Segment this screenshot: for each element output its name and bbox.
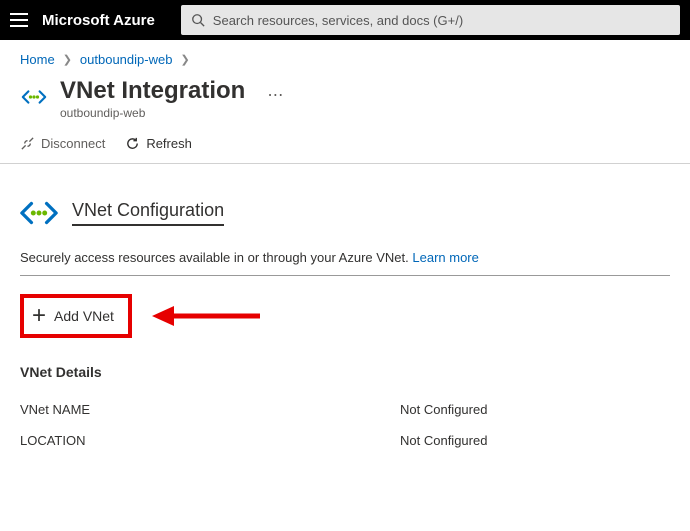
learn-more-link[interactable]: Learn more <box>412 250 478 265</box>
config-description-text: Securely access resources available in o… <box>20 250 409 265</box>
chevron-right-icon: ❯ <box>63 53 72 66</box>
config-section-title: VNet Configuration <box>72 200 224 226</box>
details-value: Not Configured <box>400 402 670 417</box>
add-vnet-row: + Add VNet <box>20 294 670 338</box>
details-value: Not Configured <box>400 433 670 448</box>
search-input[interactable] <box>213 13 670 28</box>
details-row: VNet NAME Not Configured <box>20 394 670 425</box>
add-vnet-label: Add VNet <box>54 308 114 324</box>
breadcrumb: Home ❯ outboundip-web ❯ <box>0 40 690 71</box>
search-icon <box>191 13 205 27</box>
add-vnet-button[interactable]: + Add VNet <box>20 294 132 338</box>
page-title: VNet Integration <box>60 77 245 105</box>
disconnect-icon <box>20 136 35 151</box>
top-bar: Microsoft Azure <box>0 0 690 40</box>
global-search[interactable] <box>181 5 680 35</box>
toolbar: Disconnect Refresh <box>0 128 690 164</box>
config-description: Securely access resources available in o… <box>20 250 670 276</box>
callout-arrow-icon <box>152 303 262 329</box>
details-row: LOCATION Not Configured <box>20 425 670 456</box>
page-subtitle: outboundip-web <box>60 106 245 120</box>
config-header-row: VNet Configuration <box>20 194 670 232</box>
plus-icon: + <box>32 304 46 328</box>
refresh-label: Refresh <box>146 136 192 151</box>
disconnect-label: Disconnect <box>41 136 105 151</box>
menu-icon[interactable] <box>10 10 30 30</box>
page-header: VNet Integration outboundip-web ⋯ <box>0 71 690 128</box>
breadcrumb-resource[interactable]: outboundip-web <box>80 52 173 67</box>
breadcrumb-home[interactable]: Home <box>20 52 55 67</box>
brand-label: Microsoft Azure <box>42 12 155 29</box>
refresh-icon <box>125 136 140 151</box>
vnet-icon <box>20 194 58 232</box>
vnet-icon <box>20 83 48 111</box>
vnet-details-heading: VNet Details <box>20 364 670 380</box>
chevron-right-icon: ❯ <box>180 53 189 66</box>
vnet-details-grid: VNet NAME Not Configured LOCATION Not Co… <box>20 394 670 456</box>
disconnect-button[interactable]: Disconnect <box>20 136 105 151</box>
details-label: LOCATION <box>20 433 400 448</box>
main-content: VNet Configuration Securely access resou… <box>0 164 690 456</box>
details-label: VNet NAME <box>20 402 400 417</box>
refresh-button[interactable]: Refresh <box>125 136 192 151</box>
more-actions-icon[interactable]: ⋯ <box>267 85 283 105</box>
